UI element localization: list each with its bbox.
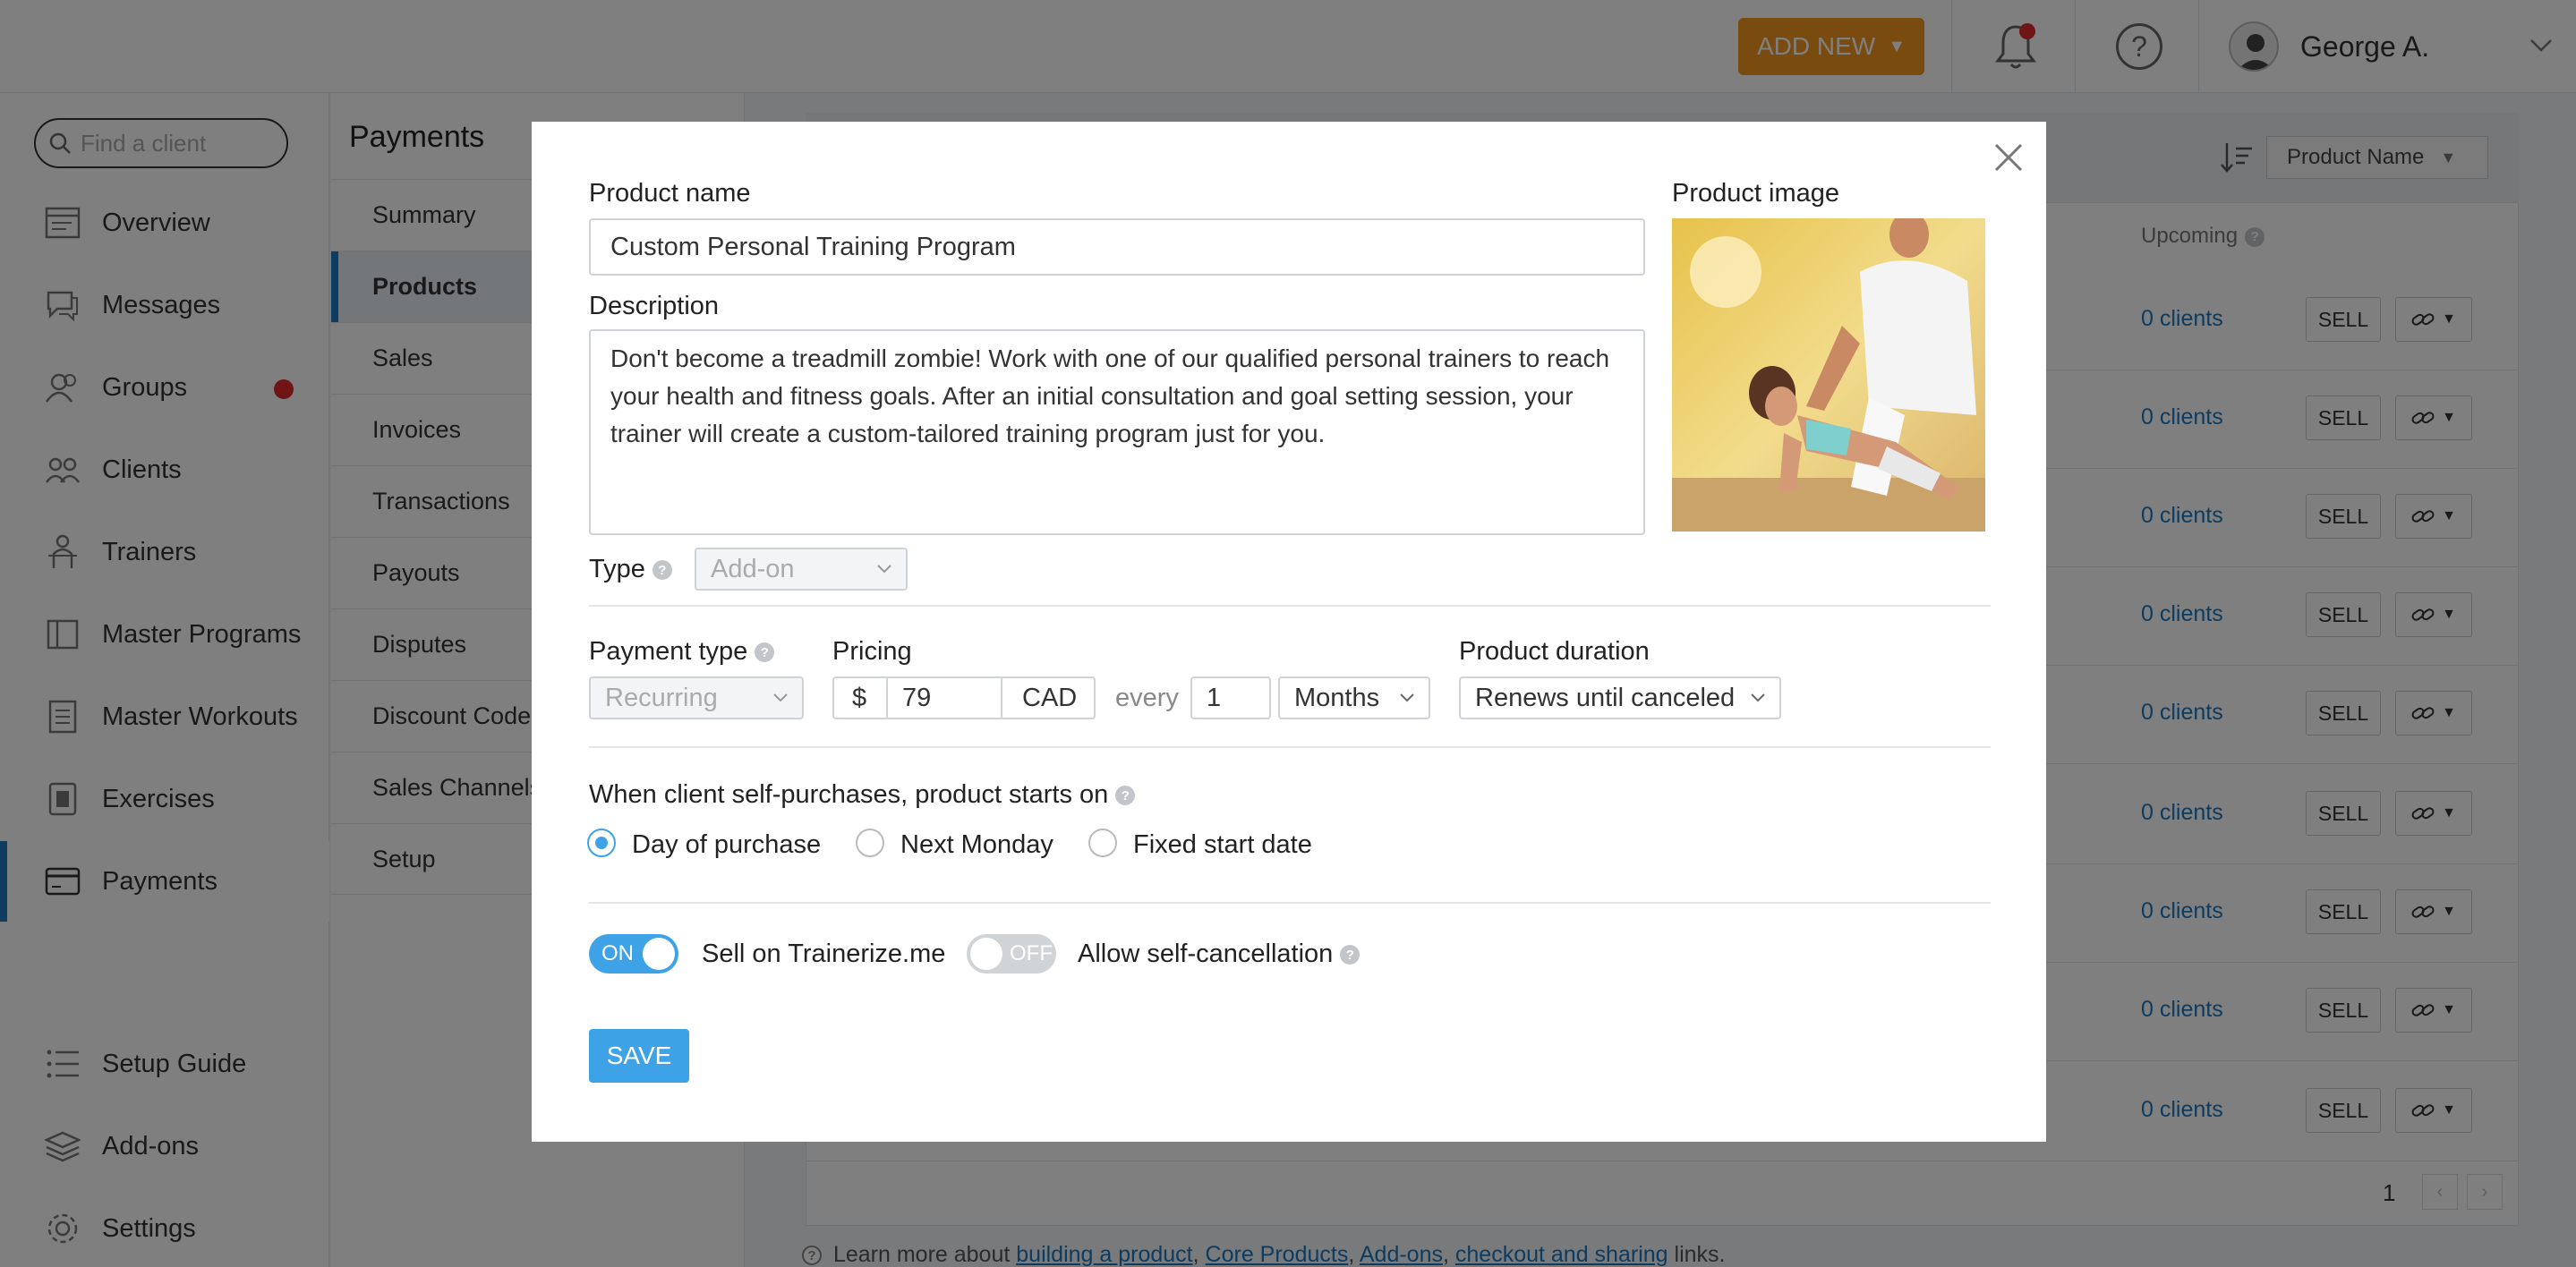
payment-type-label-text: Payment type [589, 637, 748, 666]
chevron-down-icon [1751, 693, 1765, 702]
product-duration-label: Product duration [1459, 637, 1650, 666]
info-icon: ? [1340, 945, 1361, 965]
sell-on-trainerize-label: Sell on Trainerize.me [702, 940, 946, 968]
product-image[interactable] [1672, 218, 1985, 531]
product-duration-select[interactable]: Renews until canceled [1459, 676, 1781, 719]
info-icon: ? [1115, 786, 1136, 806]
divider [589, 902, 1991, 904]
edit-product-modal: Product name Custom Personal Training Pr… [532, 122, 2046, 1142]
start-date-label-text: When client self-purchases, product star… [589, 780, 1109, 809]
currency-symbol: $ [832, 676, 888, 719]
interval-unit-select[interactable]: Months [1278, 676, 1430, 719]
close-icon[interactable] [1989, 138, 2028, 177]
info-icon: ? [755, 642, 775, 663]
type-select[interactable]: Add-on [695, 548, 908, 591]
radio-label[interactable]: Fixed start date [1133, 830, 1312, 860]
product-name-input[interactable]: Custom Personal Training Program [589, 218, 1645, 276]
radio-day-of-purchase[interactable] [587, 829, 616, 857]
product-name-label: Product name [589, 179, 751, 208]
every-label: every [1115, 684, 1179, 712]
info-icon: ? [652, 560, 672, 581]
currency-code: CAD [1001, 676, 1096, 719]
chevron-down-icon [877, 565, 891, 574]
divider [589, 605, 1991, 607]
payment-type-label: Payment type? [589, 637, 775, 667]
radio-next-monday[interactable] [856, 829, 884, 857]
toggle-knob [643, 938, 675, 970]
price-input[interactable]: 79 [886, 676, 1002, 719]
chevron-down-icon [773, 693, 788, 702]
radio-label[interactable]: Next Monday [900, 830, 1053, 860]
save-button[interactable]: SAVE [589, 1029, 689, 1083]
payment-type-select-value: Recurring [605, 683, 718, 712]
radio-fixed-start-date[interactable] [1088, 829, 1117, 857]
chevron-down-icon [1400, 693, 1414, 702]
product-image-label: Product image [1672, 179, 1839, 208]
self-cancellation-label-text: Allow self-cancellation [1078, 940, 1334, 968]
toggle-state: OFF [1010, 941, 1053, 965]
toggle-state: ON [601, 941, 634, 965]
type-label-text: Type [589, 555, 645, 583]
interval-unit-value: Months [1294, 683, 1380, 712]
radio-label[interactable]: Day of purchase [632, 830, 821, 860]
description-textarea[interactable]: Don't become a treadmill zombie! Work wi… [589, 329, 1645, 535]
interval-input[interactable]: 1 [1190, 676, 1271, 719]
self-cancellation-toggle[interactable]: OFF [967, 934, 1056, 974]
type-label: Type? [589, 555, 672, 584]
sell-on-trainerize-toggle[interactable]: ON [589, 934, 678, 974]
self-cancellation-label: Allow self-cancellation? [1078, 940, 1361, 969]
description-label: Description [589, 292, 720, 320]
type-select-value: Add-on [711, 554, 795, 583]
product-duration-value: Renews until canceled [1475, 683, 1736, 712]
start-date-label: When client self-purchases, product star… [589, 780, 1136, 810]
payment-type-select[interactable]: Recurring [589, 676, 804, 719]
pricing-label: Pricing [832, 637, 912, 666]
toggle-knob [970, 938, 1002, 970]
divider [589, 746, 1991, 748]
